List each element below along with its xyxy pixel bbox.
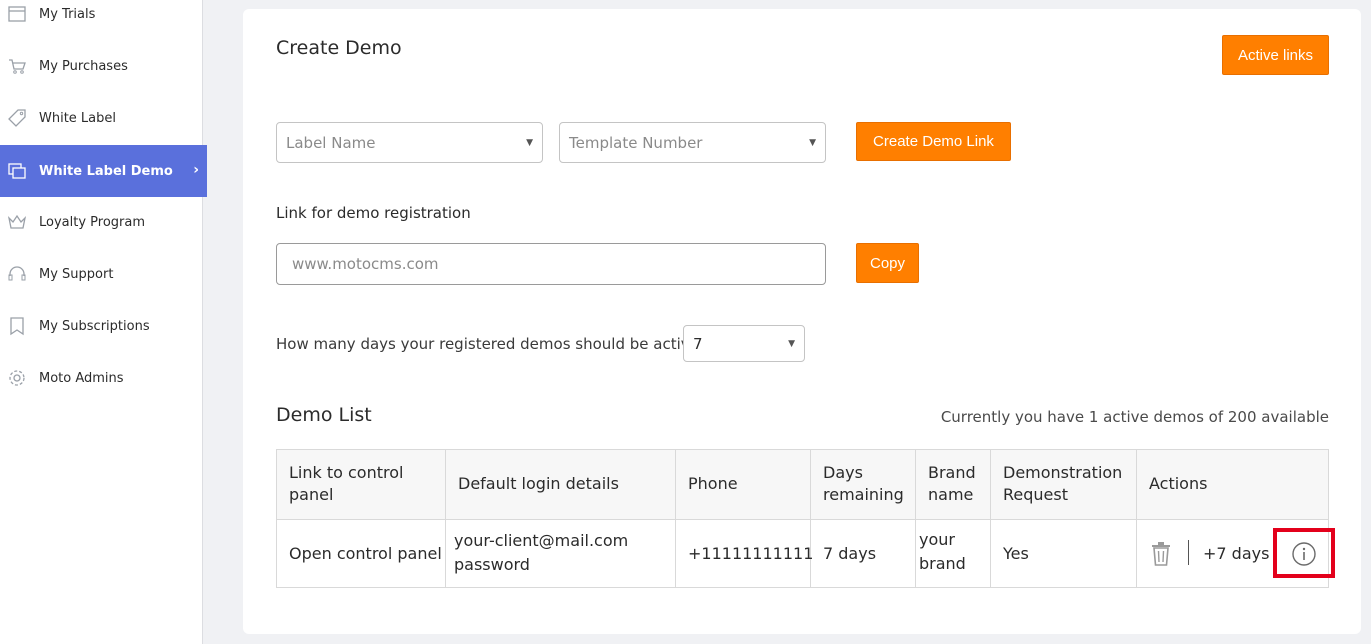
registration-link-value: www.motocms.com (292, 255, 439, 273)
label-name-placeholder: Label Name (286, 133, 376, 152)
header-login: Default login details (458, 474, 619, 493)
login-email: your-client@mail.com (454, 531, 629, 550)
page-title: Create Demo (276, 37, 402, 59)
sidebar-item-my-purchases[interactable]: My Purchases (0, 40, 202, 92)
sidebar-item-my-trials[interactable]: My Trials (0, 0, 202, 40)
tag-icon (6, 107, 28, 129)
column-divider (676, 450, 811, 587)
phone-value: +11111111111 (688, 544, 814, 563)
registration-link-input[interactable]: www.motocms.com (276, 243, 826, 285)
demo-list-title: Demo List (276, 404, 372, 426)
registration-link-label: Link for demo registration (276, 204, 471, 222)
chevron-right-icon: › (193, 162, 199, 178)
header-days: Days remaining (823, 462, 904, 506)
demo-count-info: Currently you have 1 active demos of 200… (940, 408, 1329, 426)
login-password: password (454, 555, 530, 574)
headset-icon (6, 263, 28, 285)
header-actions: Actions (1149, 474, 1208, 493)
crown-icon (6, 211, 28, 233)
create-demo-link-button[interactable]: Create Demo Link (856, 122, 1011, 161)
caret-down-icon: ▼ (788, 338, 795, 349)
label-name-select[interactable]: Label Name ▼ (276, 122, 543, 163)
template-number-select[interactable]: Template Number ▼ (559, 122, 826, 163)
gear-icon (6, 367, 28, 389)
sidebar-item-white-label[interactable]: White Label (0, 92, 202, 144)
windows-icon (6, 160, 28, 182)
sidebar-item-label: Loyalty Program (39, 214, 146, 230)
header-request-line2: Request (1003, 485, 1068, 504)
days-active-value: 7 (693, 334, 703, 353)
brand-name-line1: your (919, 530, 955, 549)
header-brand-line2: name (928, 485, 974, 504)
open-control-panel-link[interactable]: Open control panel (289, 542, 442, 566)
sidebar-item-loyalty-program[interactable]: Loyalty Program (0, 196, 202, 248)
sidebar-item-moto-admins[interactable]: Moto Admins (0, 352, 202, 404)
header-link: Link to control panel (289, 462, 403, 506)
header-request-line1: Demonstration (1003, 463, 1123, 482)
header-phone: Phone (688, 474, 738, 493)
days-active-select[interactable]: 7 ▼ (683, 325, 805, 362)
caret-down-icon: ▼ (809, 137, 816, 148)
caret-down-icon: ▼ (526, 137, 533, 148)
sidebar-item-label: Moto Admins (39, 370, 124, 386)
header-days-line1: Days (823, 463, 863, 482)
active-links-button[interactable]: Active links (1222, 35, 1329, 75)
header-link-line2: panel (289, 485, 334, 504)
trash-icon[interactable] (1150, 541, 1172, 567)
extend-days-button[interactable]: +7 days (1203, 542, 1269, 566)
sidebar-item-label: White Label Demo (39, 163, 173, 179)
brand-name-value: your brand (919, 528, 966, 576)
sidebar-item-label: White Label (39, 110, 117, 126)
demonstration-request-value: Yes (1003, 544, 1029, 563)
sidebar-item-white-label-demo[interactable]: White Label Demo › (0, 145, 207, 197)
sidebar-item-label: My Support (39, 266, 114, 282)
demo-list-table: Link to control panel Default login deta… (276, 449, 1335, 588)
header-days-line2: remaining (823, 485, 904, 504)
bookmark-icon (6, 315, 28, 337)
sidebar-item-my-subscriptions[interactable]: My Subscriptions (0, 300, 202, 352)
cart-icon (6, 55, 28, 77)
create-demo-card: Create Demo Active links Label Name ▼ Te… (243, 9, 1361, 634)
days-remaining-value: 7 days (823, 544, 877, 563)
action-divider (1188, 540, 1189, 565)
days-active-label: How many days your registered demos shou… (276, 335, 707, 353)
sidebar-item-label: My Subscriptions (39, 318, 150, 334)
sidebar-item-label: My Trials (39, 6, 96, 22)
sidebar: My Trials My Purchases White Label White… (0, 0, 207, 644)
header-request: Demonstration Request (1003, 462, 1122, 506)
info-icon[interactable] (1291, 541, 1317, 567)
header-link-line1: Link to control (289, 463, 404, 482)
browser-window-icon (6, 3, 28, 25)
header-brand-line1: Brand (928, 463, 976, 482)
template-number-placeholder: Template Number (569, 133, 703, 152)
sidebar-item-label: My Purchases (39, 58, 128, 74)
login-details: your-client@mail.com password (454, 529, 628, 577)
sidebar-item-my-support[interactable]: My Support (0, 248, 202, 300)
copy-button[interactable]: Copy (856, 243, 919, 283)
header-brand: Brand name (928, 462, 976, 506)
brand-name-line2: brand (919, 554, 966, 573)
